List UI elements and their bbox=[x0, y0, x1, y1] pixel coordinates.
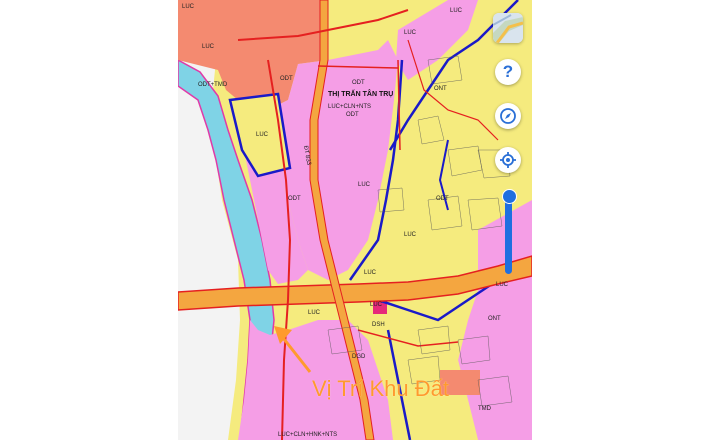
layers-button[interactable] bbox=[493, 13, 523, 43]
locate-button[interactable] bbox=[495, 147, 521, 173]
zone-label-luc-ne1: LUC bbox=[404, 30, 417, 36]
zone-label-luc-nw: LUC bbox=[202, 44, 215, 50]
zone-label-onnt-ne: ONT bbox=[434, 86, 447, 92]
zoom-slider-knob[interactable] bbox=[502, 189, 517, 204]
map-layers-icon bbox=[493, 13, 523, 43]
arrow-up-left-icon bbox=[274, 326, 312, 373]
zone-label-odt-mixed: ODT+TMD bbox=[198, 82, 228, 88]
zone-label-odt-north: ODT bbox=[352, 80, 365, 86]
zone-label-luc-mid: LUC bbox=[364, 270, 377, 276]
zoom-slider-track[interactable] bbox=[505, 192, 512, 274]
zone-label-mixed: LUC+CLN+NTS bbox=[328, 104, 371, 110]
planning-map[interactable]: THỊ TRẤN TÂN TRỤ LUC+CLN+NTS ODT ODT ODT… bbox=[178, 0, 532, 440]
zone-label-luc-centre: LUC bbox=[358, 182, 371, 188]
zone-label-odt-west: ODT bbox=[280, 76, 293, 82]
help-icon: ? bbox=[502, 62, 514, 81]
zone-label-odt-east: ODT bbox=[436, 196, 449, 202]
land-location-label: Vị Trí Khu Đất bbox=[312, 376, 449, 401]
zone-label-luc-ne2: LUC bbox=[450, 8, 463, 14]
zone-label-luc-top: LUC bbox=[182, 4, 195, 10]
zone-label-luc-south: LUC bbox=[308, 310, 321, 316]
zone-label-bottom-mixed: LUC+CLN+HNK+NTS bbox=[278, 432, 337, 438]
zone-label-onnt-east: ONT bbox=[488, 316, 501, 322]
zone-label-tmd: TMD bbox=[478, 406, 492, 412]
zone-label-dgd: DGD bbox=[352, 354, 366, 360]
zone-label-luc-west: LUC bbox=[256, 132, 269, 138]
help-button[interactable]: ? bbox=[495, 59, 521, 85]
zone-label-odt-town: ODT bbox=[346, 112, 359, 118]
compass-button[interactable] bbox=[495, 103, 521, 129]
compass-icon bbox=[500, 108, 516, 124]
crosshair-locate-icon bbox=[500, 152, 516, 168]
zone-label-luc-east: LUC bbox=[404, 232, 417, 238]
map-viewport[interactable]: THỊ TRẤN TÂN TRỤ LUC+CLN+NTS ODT ODT ODT… bbox=[178, 0, 532, 440]
zone-label-luc-se: LUC bbox=[370, 302, 383, 308]
zone-label-odt-centre: ODT bbox=[288, 196, 301, 202]
zone-label-luc-far-east: LUC bbox=[496, 282, 509, 288]
zone-label-dsh: DSH bbox=[372, 322, 385, 328]
